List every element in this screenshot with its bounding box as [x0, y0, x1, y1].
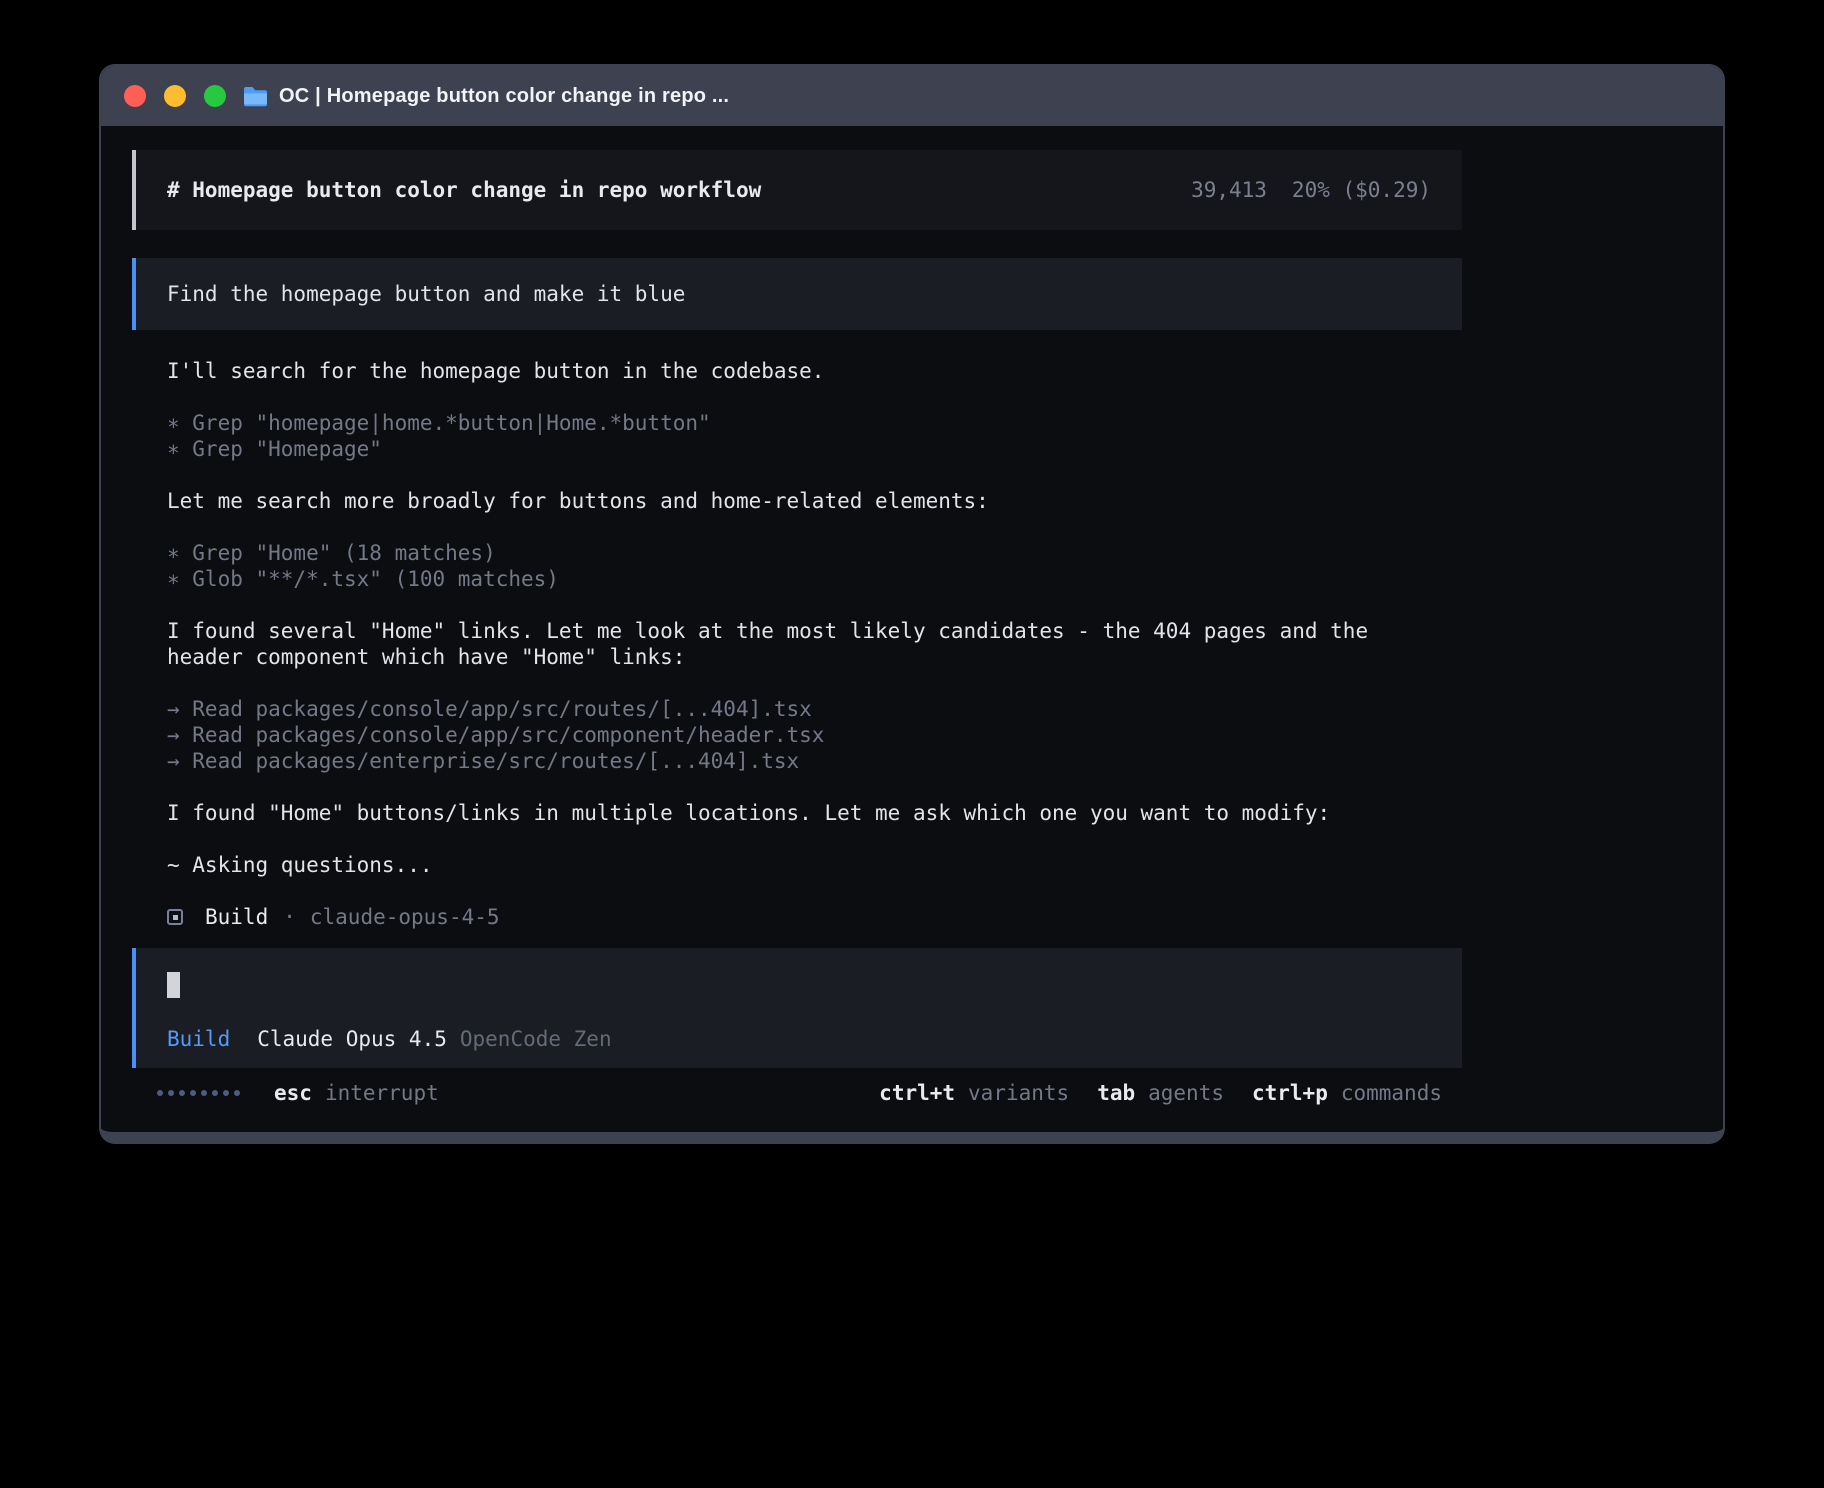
window-title: OC | Homepage button color change in rep…	[279, 85, 729, 108]
tool-call-glob: ∗ Glob "**/*.tsx" (100 matches)	[167, 566, 1427, 592]
session-header: # Homepage button color change in repo w…	[132, 150, 1462, 230]
agent-mode-label[interactable]: Build	[167, 1026, 230, 1052]
tool-call-group-read: → Read packages/console/app/src/routes/[…	[132, 696, 1462, 774]
session-stats: 39,413 20% ($0.29)	[1191, 178, 1431, 202]
user-message-text: Find the homepage button and make it blu…	[167, 282, 685, 306]
prompt-input[interactable]: Build Claude Opus 4.5 OpenCode Zen	[132, 948, 1462, 1068]
tool-call-read: → Read packages/console/app/src/componen…	[167, 722, 1427, 748]
agent-model: claude-opus-4-5	[310, 904, 500, 930]
shortcut-label: agents	[1148, 1080, 1224, 1106]
conversation-transcript: # Homepage button color change in repo w…	[132, 150, 1462, 948]
shortcut-agents: tab agents	[1097, 1080, 1224, 1106]
token-count: 39,413	[1191, 178, 1267, 202]
input-meta-bar: Build Claude Opus 4.5 OpenCode Zen	[167, 1026, 1431, 1052]
assistant-status-asking: ~ Asking questions...	[167, 852, 1427, 878]
shortcut-key: ctrl+p	[1252, 1080, 1328, 1106]
assistant-paragraph-broaden: Let me search more broadly for buttons a…	[167, 488, 1427, 514]
tool-call-grep: ∗ Grep "homepage|home.*button|Home.*butt…	[167, 410, 1427, 436]
esc-key-hint: esc	[274, 1080, 312, 1106]
close-button[interactable]	[124, 85, 146, 107]
folder-icon	[242, 85, 269, 107]
zoom-button[interactable]	[204, 85, 226, 107]
assistant-paragraph-found: I found "Home" buttons/links in multiple…	[167, 800, 1427, 826]
tool-call-read: → Read packages/console/app/src/routes/[…	[167, 696, 1427, 722]
text-cursor	[167, 972, 180, 998]
shortcut-variants: ctrl+t variants	[879, 1080, 1069, 1106]
user-message: Find the homepage button and make it blu…	[132, 258, 1462, 330]
shortcut-key: ctrl+t	[879, 1080, 955, 1106]
model-label[interactable]: Claude Opus 4.5	[257, 1026, 447, 1052]
terminal-content: # Homepage button color change in repo w…	[101, 126, 1723, 1132]
minimize-button[interactable]	[164, 85, 186, 107]
tool-call-group-broad: ∗ Grep "Home" (18 matches) ∗ Glob "**/*.…	[132, 540, 1462, 592]
status-bar: esc interrupt ctrl+t variants tab agents…	[132, 1080, 1462, 1106]
shortcut-label: commands	[1341, 1080, 1442, 1106]
shortcut-label: variants	[968, 1080, 1069, 1106]
esc-key-action: interrupt	[325, 1080, 439, 1106]
tool-call-group-search: ∗ Grep "homepage|home.*button|Home.*butt…	[132, 410, 1462, 462]
build-agent-icon	[167, 909, 183, 925]
provider-label: OpenCode Zen	[460, 1026, 612, 1052]
status-left: esc interrupt	[157, 1080, 439, 1106]
assistant-paragraph-candidates: I found several "Home" links. Let me loo…	[167, 618, 1427, 670]
session-title: # Homepage button color change in repo w…	[167, 178, 761, 202]
shortcut-key: tab	[1097, 1080, 1135, 1106]
context-usage: 20% ($0.29)	[1292, 178, 1431, 202]
traffic-lights	[124, 85, 226, 107]
shortcut-commands: ctrl+p commands	[1252, 1080, 1442, 1106]
assistant-paragraph-intro: I'll search for the homepage button in t…	[167, 358, 1427, 384]
input-line[interactable]	[167, 972, 1431, 998]
tool-call-grep: ∗ Grep "Home" (18 matches)	[167, 540, 1427, 566]
tool-call-read: → Read packages/enterprise/src/routes/[.…	[167, 748, 1427, 774]
titlebar[interactable]: OC | Homepage button color change in rep…	[101, 66, 1723, 126]
terminal-window: OC | Homepage button color change in rep…	[99, 64, 1725, 1144]
status-right: ctrl+t variants tab agents ctrl+p comman…	[879, 1080, 1442, 1106]
agent-name: Build	[205, 904, 268, 930]
spinner-dots-icon	[157, 1090, 240, 1096]
tool-call-grep: ∗ Grep "Homepage"	[167, 436, 1427, 462]
agent-status-line: Build · claude-opus-4-5	[167, 904, 1427, 930]
agent-separator: ·	[283, 904, 296, 930]
